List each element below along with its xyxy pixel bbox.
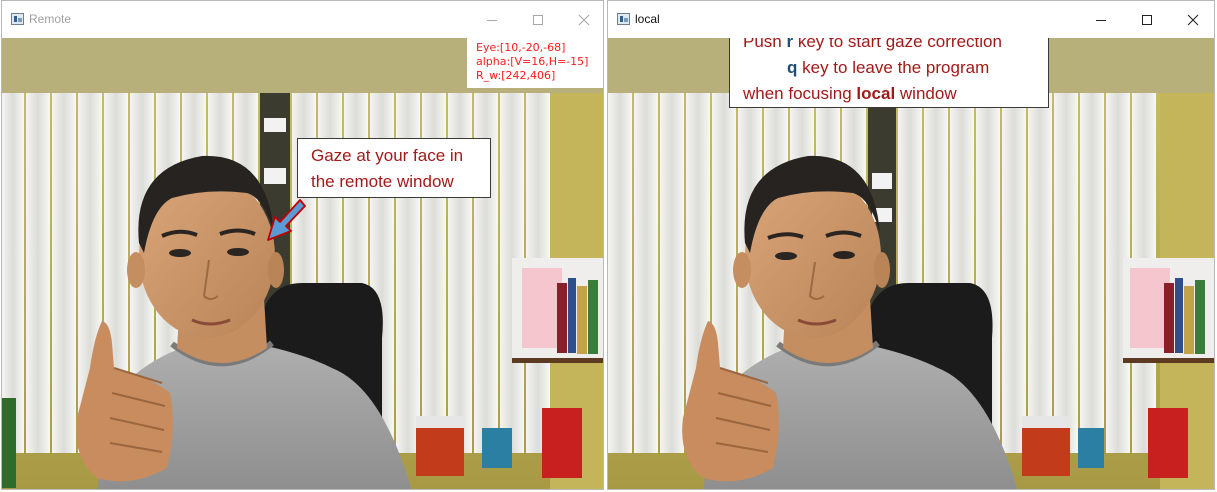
gaze-instruction-callout: Gaze at your face in the remote window	[297, 138, 491, 198]
remote-webcam-image	[2, 38, 603, 489]
maximize-icon	[1142, 14, 1152, 25]
local-emphasis-label: local	[856, 84, 896, 103]
pointer-arrow-icon	[267, 199, 306, 241]
eye-position-readout: Eye:[10,-20,-68]	[476, 41, 566, 54]
close-icon	[578, 14, 590, 25]
local-minimize-button[interactable]	[1078, 1, 1124, 38]
minimize-icon	[1096, 19, 1106, 21]
local-maximize-button[interactable]	[1124, 1, 1170, 38]
instr-when-text: when focusing	[743, 84, 852, 103]
local-app-icon	[617, 13, 630, 25]
r-w-readout: R_w:[242,406]	[476, 69, 556, 82]
remote-video-frame: Eye:[10,-20,-68] alpha:[V=16,H=-15] R_w:…	[2, 38, 603, 489]
remote-app-icon	[11, 13, 24, 25]
gaze-parameters-overlay: Eye:[10,-20,-68] alpha:[V=16,H=-15] R_w:…	[467, 38, 603, 88]
alpha-angle-readout: alpha:[V=16,H=-15]	[476, 55, 589, 68]
remote-titlebar[interactable]: Remote	[2, 1, 603, 38]
key-instructions-callout: Push r key to start gaze correction q ke…	[729, 38, 1049, 108]
local-window-title: local	[635, 12, 660, 26]
gaze-callout-line-2: the remote window	[311, 172, 454, 191]
remote-minimize-button[interactable]	[469, 1, 515, 38]
remote-window[interactable]: Remote Eye:[10,-20,-68] alpha:[V=16,H=-1…	[1, 0, 604, 490]
instr-window-text: window	[899, 84, 957, 103]
close-icon	[1187, 14, 1199, 25]
instr-q-rest-text: key to leave the program	[802, 58, 990, 77]
instruction-line-3: when focusing local window	[743, 81, 1048, 107]
maximize-icon	[533, 14, 543, 25]
local-titlebar[interactable]: local	[608, 1, 1214, 38]
local-close-button[interactable]	[1170, 1, 1214, 38]
remote-window-title: Remote	[29, 12, 72, 26]
local-window[interactable]: local Push r key to start gaze correctio…	[607, 0, 1215, 490]
instr-r-rest-text: key to start gaze correction	[797, 38, 1002, 51]
minimize-icon	[487, 19, 497, 21]
local-video-frame: Push r key to start gaze correction q ke…	[608, 38, 1214, 489]
remote-maximize-button[interactable]	[515, 1, 561, 38]
instruction-line-1: Push r key to start gaze correction	[743, 38, 1048, 55]
instruction-line-2: q key to leave the program	[743, 55, 1048, 81]
q-key-label: q	[787, 58, 798, 77]
instr-push-text: Push	[743, 38, 782, 51]
gaze-callout-line-1: Gaze at your face in	[311, 146, 464, 165]
r-key-label: r	[786, 38, 794, 51]
remote-close-button[interactable]	[561, 1, 603, 38]
